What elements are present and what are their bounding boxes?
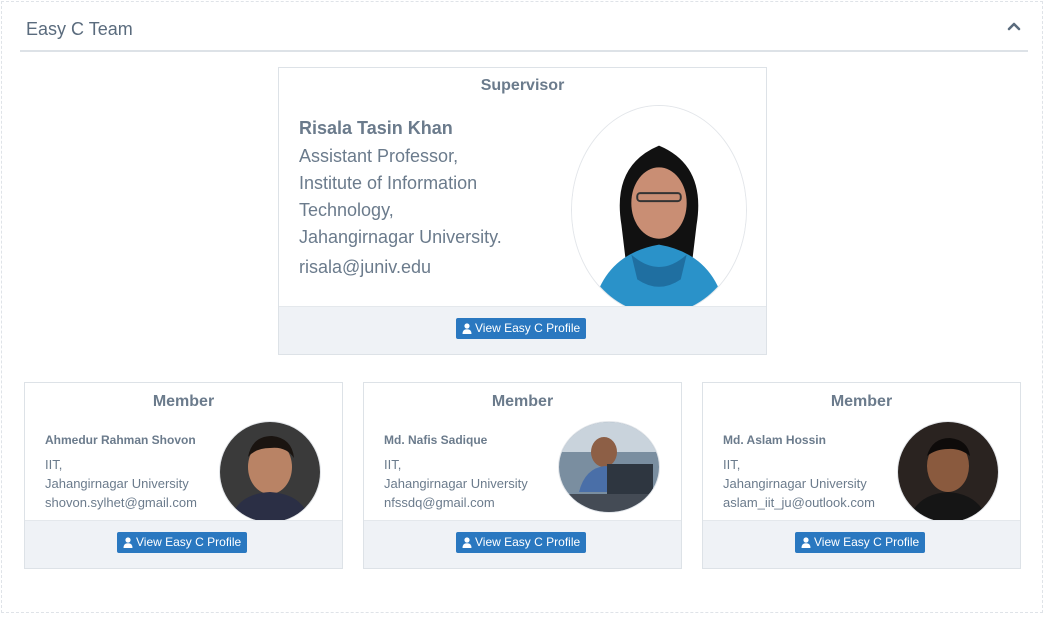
member-footer: View Easy C Profile [703,520,1020,568]
member-email: nfssdq@gmail.com [384,495,495,510]
supervisor-title-line: Technology, [299,200,394,220]
member-card: Member Md. Nafis Sadique IIT, Jahangirna… [363,382,682,569]
supervisor-footer: View Easy C Profile [279,306,766,354]
chevron-up-icon[interactable] [1006,18,1022,34]
member-university: Jahangirnagar University [45,476,189,491]
panel-title: Easy C Team [26,19,133,39]
member-footer: View Easy C Profile [364,520,681,568]
member-view-profile-button[interactable]: View Easy C Profile [795,532,926,553]
member-avatar [558,421,660,513]
supervisor-email: risala@juniv.edu [299,257,432,277]
member-email: shovon.sylhet@gmail.com [45,495,197,510]
user-icon [462,323,472,334]
button-label: View Easy C Profile [475,321,581,335]
member-avatar [897,421,999,523]
member-heading: Member [491,393,554,410]
member-dept: IIT, [723,457,741,472]
panel-header: Easy C Team [20,10,1028,52]
member-heading: Member [152,393,215,410]
member-card: Member Ahmedur Rahman Shovon IIT, Jahang… [24,382,343,569]
supervisor-card: Supervisor Risala Tasin Khan Assistant P… [278,67,767,355]
member-footer: View Easy C Profile [25,520,342,568]
member-university: Jahangirnagar University [723,476,867,491]
supervisor-heading: Supervisor [480,77,565,94]
member-card: Member Md. Aslam Hossin IIT, Jahangirnag… [702,382,1021,569]
button-label: View Easy C Profile [814,535,920,549]
member-heading: Member [830,393,893,410]
supervisor-title-line: Assistant Professor, [299,146,459,166]
member-dept: IIT, [45,457,63,472]
user-icon [123,537,133,548]
button-label: View Easy C Profile [475,535,581,549]
member-avatar [219,421,321,523]
supervisor-name: Risala Tasin Khan [299,118,453,138]
member-email: aslam_iit_ju@outlook.com [723,495,875,510]
member-name: Ahmedur Rahman Shovon [45,433,196,447]
member-view-profile-button[interactable]: View Easy C Profile [117,532,248,553]
supervisor-title-line: Institute of Information [299,173,478,193]
button-label: View Easy C Profile [136,535,242,549]
user-icon [462,537,472,548]
member-view-profile-button[interactable]: View Easy C Profile [456,532,587,553]
supervisor-view-profile-button[interactable]: View Easy C Profile [456,318,587,339]
supervisor-title-line: Jahangirnagar University. [299,227,502,247]
user-icon [801,537,811,548]
member-university: Jahangirnagar University [384,476,528,491]
member-name: Md. Aslam Hossin [723,433,826,447]
member-name: Md. Nafis Sadique [384,433,488,447]
supervisor-avatar [571,105,747,315]
member-dept: IIT, [384,457,402,472]
